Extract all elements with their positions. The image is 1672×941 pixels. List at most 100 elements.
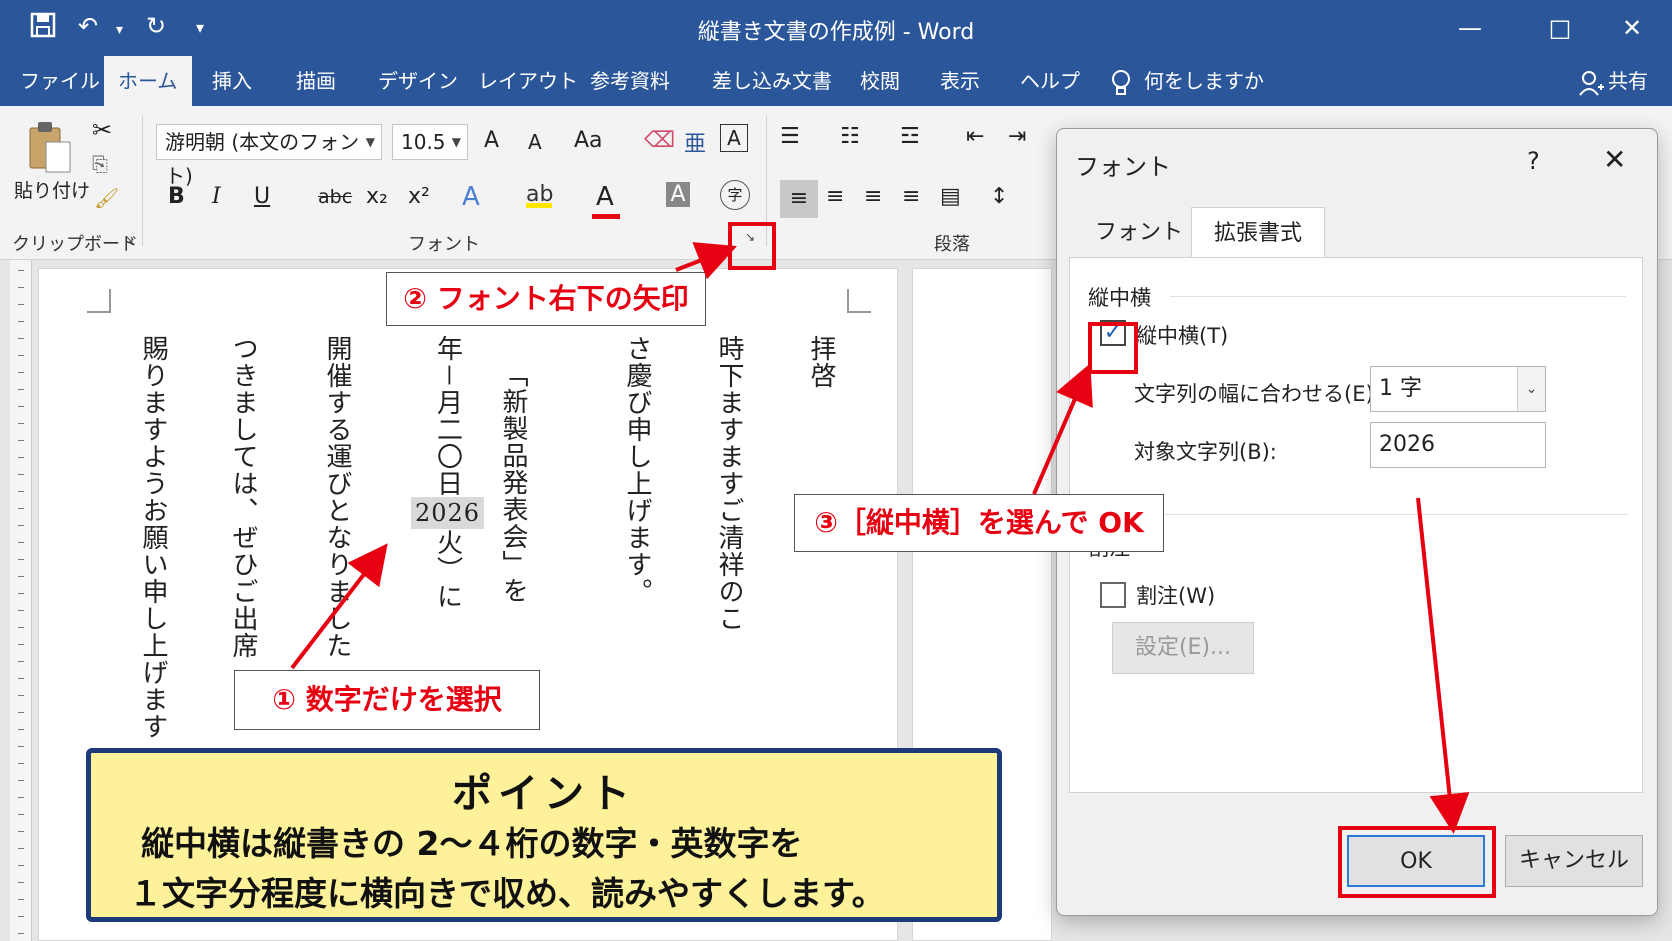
fit-width-select[interactable]: 1 字 ⌄ xyxy=(1370,366,1546,412)
superscript-button[interactable]: x² xyxy=(408,184,430,209)
point-title: ポイント xyxy=(452,771,636,817)
tab-draw[interactable]: 描画 xyxy=(282,56,350,106)
point-line-2: １文字分程度に横向きで収め、読みやすくします。 xyxy=(129,874,885,913)
format-painter-icon[interactable]: 🖌 xyxy=(94,186,119,210)
align-right-icon[interactable]: ≡ xyxy=(864,184,882,209)
ruler-tick xyxy=(18,389,24,390)
minimize-button[interactable]: — xyxy=(1442,8,1498,48)
character-border-icon[interactable]: A xyxy=(720,124,748,152)
ruler-tick xyxy=(18,661,24,662)
settings-button[interactable]: 設定(E)... xyxy=(1112,622,1254,674)
close-button[interactable]: ✕ xyxy=(1604,8,1660,48)
tab-design[interactable]: デザイン xyxy=(364,56,472,106)
ruler-tick xyxy=(18,899,24,900)
ruler-tick xyxy=(18,729,24,730)
ruler-tick xyxy=(18,406,24,407)
phonetic-guide-icon[interactable]: 亜 xyxy=(684,126,706,158)
subscript-button[interactable]: x₂ xyxy=(366,184,388,209)
paste-icon[interactable] xyxy=(26,120,74,182)
maximize-button[interactable]: □ xyxy=(1532,8,1588,48)
text-column: 拝啓 xyxy=(806,335,836,389)
tab-help[interactable]: ヘルプ xyxy=(1006,56,1094,106)
tab-file[interactable]: ファイル xyxy=(6,56,114,106)
crop-mark xyxy=(847,289,871,313)
character-shading-icon[interactable]: A xyxy=(666,182,690,207)
line-spacing-icon[interactable]: ↕ xyxy=(990,184,1008,209)
font-color-icon[interactable]: A xyxy=(596,182,614,212)
clipboard-launcher-icon[interactable]: ↘ xyxy=(124,232,134,246)
dialog-title: フォント xyxy=(1075,153,1171,181)
font-name-select[interactable]: 游明朝 (本文のフォント) ▼ xyxy=(156,124,382,188)
text-effects-icon[interactable]: A xyxy=(462,182,480,212)
crop-mark xyxy=(87,289,111,313)
selected-number[interactable]: 2026 xyxy=(411,497,485,530)
paragraph-group-label: 段落 xyxy=(934,234,970,255)
strikethrough-button[interactable]: abc xyxy=(318,186,352,208)
ruler-tick xyxy=(18,559,24,560)
grow-font-icon[interactable]: A xyxy=(484,128,499,153)
tcy-section-heading: 縦中横 xyxy=(1088,286,1151,310)
multilevel-list-icon[interactable]: ☲ xyxy=(900,124,920,149)
ruler-tick xyxy=(18,814,24,815)
clear-formatting-icon[interactable]: ⌫ xyxy=(644,128,675,153)
fit-width-label: 文字列の幅に合わせる(E): xyxy=(1134,382,1381,406)
ruler-tick xyxy=(18,882,24,883)
ruler-tick xyxy=(18,695,24,696)
align-left-icon[interactable]: ≡ xyxy=(780,180,818,218)
paste-button[interactable]: 貼り付け xyxy=(14,176,90,203)
vertical-ruler xyxy=(10,260,32,941)
ruler-tick xyxy=(18,780,24,781)
ruler-tick xyxy=(18,491,24,492)
ruler-tick xyxy=(18,474,24,475)
warichu-checkbox[interactable] xyxy=(1100,582,1126,608)
bullets-icon[interactable]: ☰ xyxy=(780,124,800,149)
tab-review[interactable]: 校閲 xyxy=(846,56,914,106)
ruler-tick xyxy=(18,831,24,832)
cut-icon[interactable]: ✂ xyxy=(92,116,112,144)
italic-button[interactable]: I xyxy=(212,184,221,209)
group-divider xyxy=(142,116,143,246)
tab-advanced-format[interactable]: 拡張書式 xyxy=(1191,207,1326,259)
bold-button[interactable]: B xyxy=(168,184,185,209)
underline-button[interactable]: U xyxy=(254,184,270,209)
tcy-checkbox-label[interactable]: 縦中横(T) xyxy=(1136,320,1228,350)
tab-home[interactable]: ホーム xyxy=(104,56,192,106)
tab-layout[interactable]: レイアウト xyxy=(464,56,592,106)
distributed-icon[interactable]: ▤ xyxy=(940,184,961,209)
decrease-indent-icon[interactable]: ⇤ xyxy=(966,124,984,149)
align-center-icon[interactable]: ≡ xyxy=(826,184,844,209)
tab-references[interactable]: 参考資料 xyxy=(576,56,684,106)
copy-icon[interactable]: ⎘ xyxy=(92,152,108,176)
tab-mailings[interactable]: 差し込み文書 xyxy=(698,56,846,106)
target-text-field[interactable]: 2026 xyxy=(1370,422,1546,468)
enclose-characters-icon[interactable]: 字 xyxy=(720,180,750,210)
tell-me-search[interactable]: 何をしますか xyxy=(1144,56,1264,106)
ruler-tick xyxy=(18,355,24,356)
cancel-button[interactable]: キャンセル xyxy=(1505,835,1643,887)
ruler-tick xyxy=(18,287,24,288)
target-text-label: 対象文字列(B): xyxy=(1134,440,1277,464)
callout-step1: ① 数字だけを選択 xyxy=(234,670,540,730)
highlight-icon[interactable]: ab xyxy=(526,182,553,208)
numbering-icon[interactable]: ☷ xyxy=(840,124,860,149)
tab-insert[interactable]: 挿入 xyxy=(198,56,266,106)
tab-font[interactable]: フォント xyxy=(1073,207,1205,259)
change-case-button[interactable]: Aa xyxy=(574,128,603,153)
increase-indent-icon[interactable]: ⇥ xyxy=(1008,124,1026,149)
share-button[interactable]: 共有 xyxy=(1608,56,1648,106)
warichu-checkbox-label[interactable]: 割注(W) xyxy=(1136,580,1215,610)
help-button[interactable]: ? xyxy=(1527,147,1540,175)
highlight-launcher-box xyxy=(728,222,776,270)
dialog-close-button[interactable]: ✕ xyxy=(1603,143,1626,176)
lightbulb-icon xyxy=(1110,56,1132,106)
ruler-tick xyxy=(18,304,24,305)
justify-icon[interactable]: ≡ xyxy=(902,184,920,209)
ruler-tick xyxy=(18,933,24,934)
tab-view[interactable]: 表示 xyxy=(926,56,994,106)
ruler-tick xyxy=(18,270,24,271)
ruler-tick xyxy=(18,542,24,543)
font-size-select[interactable]: 10.5 ▼ xyxy=(392,124,468,160)
share-icon[interactable] xyxy=(1578,56,1604,106)
text-column: 開催する運びとなりました xyxy=(322,335,352,659)
shrink-font-icon[interactable]: A xyxy=(528,130,542,154)
